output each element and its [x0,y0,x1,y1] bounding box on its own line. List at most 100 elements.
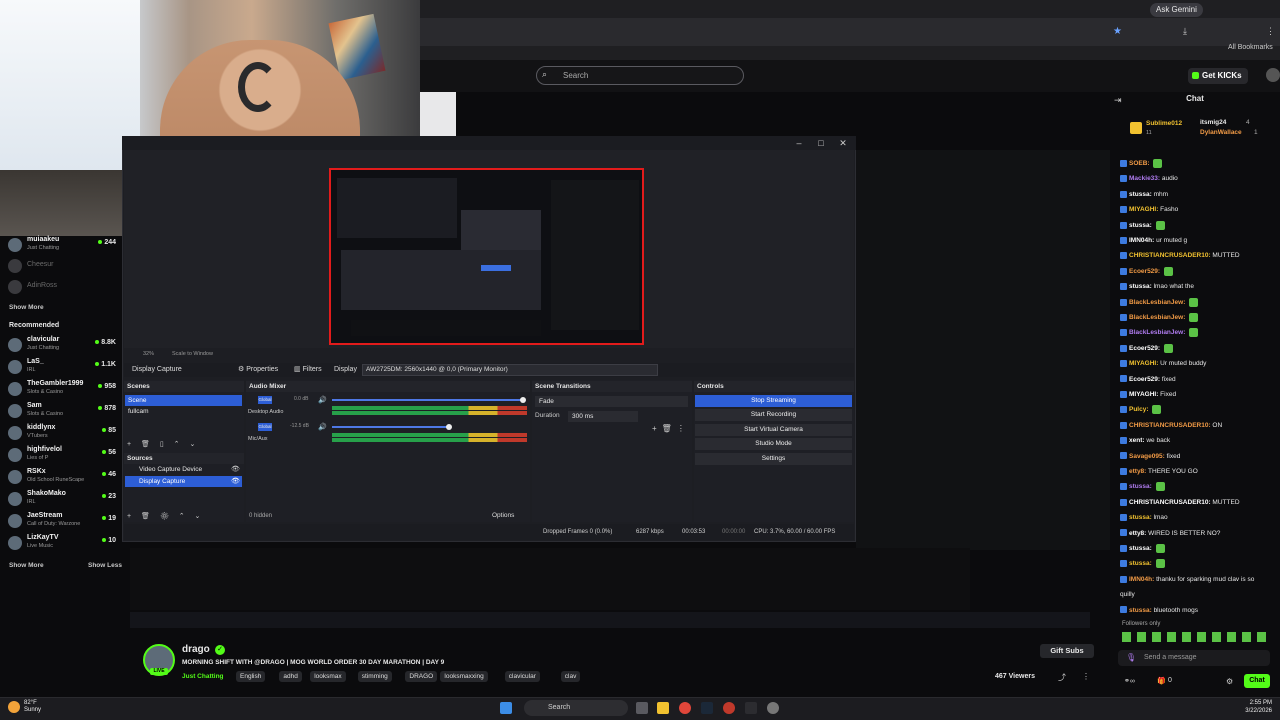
visibility-icon[interactable]: 👁 [231,465,240,473]
chat-message[interactable]: BlackLesbianJew: [1120,313,1278,322]
tag-chip[interactable]: English [236,671,266,682]
display-select[interactable]: AW2725DM: 2560x1440 @ 0,0 (Primary Monit… [362,364,658,376]
transition-select[interactable]: Fade [535,396,688,407]
recording-icon[interactable] [723,702,735,714]
chat-username[interactable]: IMN04h: [1129,237,1154,244]
chat-username[interactable]: etty8: [1129,468,1146,475]
scene-item[interactable]: Scene [125,395,242,406]
chat-message[interactable]: stussa: [1120,559,1278,569]
chat-username[interactable]: SOEB: [1129,160,1150,167]
show-less-link[interactable]: Show Less [88,562,122,569]
duration-input[interactable]: 300 ms [568,411,638,422]
avatar[interactable] [1266,68,1280,82]
sidebar-item[interactable]: highfivelol Lies of P 56 [8,446,120,464]
chat-username[interactable]: stussa: [1129,514,1152,521]
preview-canvas[interactable] [329,168,644,345]
chat-username[interactable]: Savage095: [1129,453,1165,460]
sidebar-item[interactable]: TheGambler1999 Slots & Casino 958 [8,380,120,398]
chat-message[interactable]: stussa: [1120,220,1278,230]
sidebar-item[interactable]: kiddlynx VTubers 85 [8,424,120,442]
sidebar-item[interactable]: muiaakeu Just Chatting 244 [8,236,120,254]
options-button[interactable]: Options [492,512,514,519]
get-kicks-button[interactable]: Get KICKs [1188,68,1248,84]
tag-chip[interactable]: DRAGO [405,671,438,682]
sidebar-item[interactable]: ShakoMako IRL 23 [8,490,120,508]
show-more-link[interactable]: Show More [9,562,44,569]
gift-icon[interactable]: 🎁 [1157,677,1166,685]
tag-chip[interactable]: stimming [357,671,392,682]
chat-message[interactable]: stussa: mhm [1120,190,1278,199]
emote-bar[interactable] [1122,632,1270,642]
share-icon[interactable]: ⤴ [1058,672,1066,683]
app-icon[interactable] [745,702,757,714]
all-bookmarks-link[interactable]: All Bookmarks [1228,44,1273,51]
search-input[interactable]: Search [536,66,744,85]
chat-message[interactable]: CHRISTIANCRUSADER10: MUTTED [1120,498,1278,507]
tag-chip[interactable]: looksmax [310,671,346,682]
sidebar-item[interactable]: Sam Slots & Casino 878 [8,402,120,420]
chat-message[interactable]: Ecoer529: fixed [1120,375,1278,384]
tag-chip[interactable]: looksmaxxing [440,671,488,682]
send-chat-button[interactable]: Chat [1244,674,1270,688]
chat-message[interactable]: Ecoer529: [1120,343,1278,353]
chat-message[interactable]: Mackie33: audio [1120,174,1278,183]
system-clock[interactable]: 2:55 PM 3/22/2026 [1228,699,1272,715]
chat-message[interactable]: stussa: [1120,544,1278,553]
chat-username[interactable]: stussa: [1129,561,1152,568]
chat-username[interactable]: stussa: [1129,545,1152,552]
chat-username[interactable]: MIYAGHI: [1129,206,1158,213]
sidebar-item[interactable]: Cheesur [8,257,120,275]
file-explorer-icon[interactable] [657,702,669,714]
chat-username[interactable]: stussa: [1129,484,1152,491]
filters-button[interactable]: ▥ Filters [290,363,326,377]
chat-message[interactable]: Ecoer529: [1120,266,1278,276]
source-actions[interactable]: + 🗑 ⚙ ⌃ ⌄ [127,512,204,520]
task-view-icon[interactable] [636,702,648,714]
tag-chip[interactable]: clavicular [504,671,540,682]
sidebar-item[interactable]: LaS_ IRL 1.1K [8,358,120,376]
settings-button[interactable]: Settings [695,453,852,465]
chrome-icon[interactable] [679,702,691,714]
chat-username[interactable]: Mackie33: [1129,175,1160,182]
chat-username[interactable]: Ecoer529: [1129,345,1160,352]
volume-fader[interactable] [332,399,524,401]
properties-button[interactable]: ⚙ Properties [234,363,282,377]
source-item[interactable]: Display Capture [125,476,242,487]
chat-username[interactable]: CHRISTIANCRUSADER10: [1129,422,1211,429]
chat-message[interactable]: BlackLesbianJew: [1120,328,1278,338]
chat-message[interactable]: MIYAGHI: Fixed [1120,390,1278,399]
more-icon[interactable]: ⋮ [1082,672,1090,681]
source-item[interactable]: Video Capture Device [125,464,242,475]
stop-streaming-button[interactable]: Stop Streaming [695,395,852,407]
mic-icon[interactable]: 🎙 [1126,653,1136,662]
chat-message[interactable]: stussa: [1120,482,1278,492]
gift-subs-button[interactable]: Gift Subs [1040,644,1094,658]
speaker-icon[interactable]: 🔊 [318,423,327,431]
tag-chip[interactable]: adhd [279,671,302,682]
chat-message[interactable]: xent: we back [1120,436,1278,445]
menu-icon[interactable]: ⋮ [1266,26,1275,37]
chat-message[interactable]: SOEB: [1120,159,1278,168]
start-virtual-camera-button[interactable]: Start Virtual Camera [695,424,852,436]
taskbar-search[interactable]: Search [524,700,628,716]
chat-message[interactable]: etty8: THERE YOU GO [1120,467,1278,476]
chat-message[interactable]: IMN04h: thanku for sparking mud clav is … [1120,575,1278,584]
chat-message[interactable]: Pulcy: [1120,405,1278,415]
ask-gemini-button[interactable]: Ask Gemini [1150,3,1203,17]
chat-message[interactable]: stussa: lmao [1120,513,1278,522]
chat-message[interactable]: quilly [1120,590,1278,599]
chat-username[interactable]: Ecoer529: [1129,268,1160,275]
streamer-name[interactable]: drago [182,644,210,655]
chat-username[interactable]: CHRISTIANCRUSADER10: [1129,499,1211,506]
sidebar-item[interactable]: clavicular Just Chatting 8.8K [8,336,120,354]
show-more-link[interactable]: Show More [9,304,44,311]
fader-knob[interactable] [446,424,452,430]
chat-username[interactable]: BlackLesbianJew: [1129,330,1185,337]
settings-app-icon[interactable] [767,702,779,714]
tag-chip[interactable]: clav [560,671,581,682]
sidebar-item[interactable]: JaeStream Call of Duty: Warzone 19 [8,512,120,530]
start-recording-button[interactable]: Start Recording [695,409,852,421]
download-icon[interactable]: ⤓ [1183,26,1187,37]
chat-username[interactable]: stussa: [1129,607,1152,614]
studio-mode-button[interactable]: Studio Mode [695,438,852,450]
